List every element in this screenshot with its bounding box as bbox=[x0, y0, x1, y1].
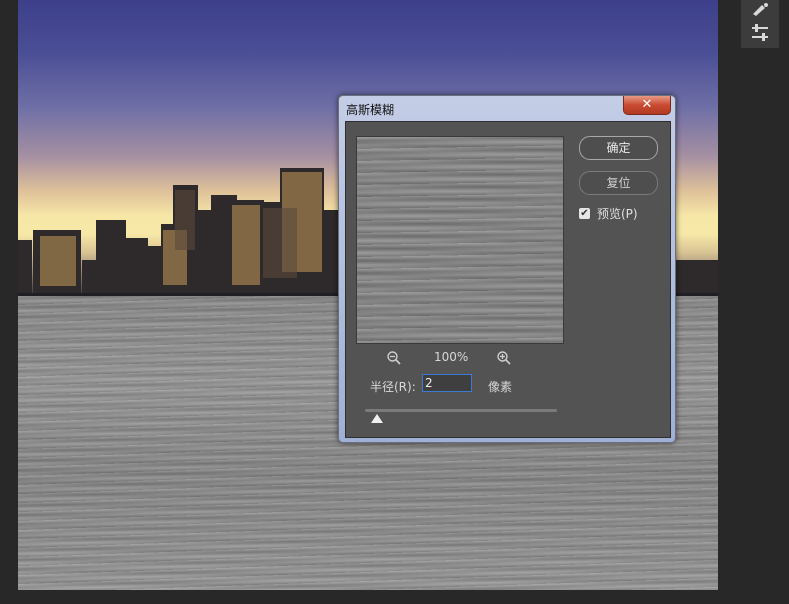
dialog-body: 100% 确定 复位 ✔ 预览(P) 半径(R): 像素 bbox=[345, 121, 671, 438]
gaussian-blur-dialog: 高斯模糊 ✕ 100% 确定 复位 ✔ 预览(P) 半径(R): 像素 bbox=[338, 95, 676, 443]
zoom-level: 100% bbox=[434, 350, 469, 364]
brush-settings-icon[interactable] bbox=[741, 0, 779, 20]
zoom-controls: 100% bbox=[386, 350, 536, 366]
radius-label: 半径(R): bbox=[370, 380, 416, 394]
radius-unit: 像素 bbox=[488, 380, 513, 394]
radius-slider-thumb[interactable] bbox=[370, 414, 383, 423]
reset-button[interactable]: 复位 bbox=[579, 171, 658, 195]
preview-checkbox[interactable]: ✔ 预览(P) bbox=[579, 205, 638, 221]
ok-button[interactable]: 确定 bbox=[579, 136, 658, 160]
preview-checkbox-label: 预览(P) bbox=[597, 206, 638, 221]
zoom-in-icon[interactable] bbox=[496, 350, 512, 366]
zoom-out-icon[interactable] bbox=[386, 350, 402, 366]
adjustments-sliders-icon[interactable] bbox=[741, 22, 779, 44]
radius-slider-track[interactable] bbox=[365, 409, 557, 412]
radius-input[interactable] bbox=[422, 374, 472, 392]
checkmark-icon: ✔ bbox=[579, 207, 590, 219]
right-toolbar bbox=[741, 0, 779, 48]
preview-pane[interactable] bbox=[356, 136, 564, 344]
dialog-titlebar[interactable]: 高斯模糊 ✕ bbox=[339, 96, 675, 120]
close-button[interactable]: ✕ bbox=[623, 96, 671, 115]
dialog-title: 高斯模糊 bbox=[346, 103, 395, 117]
